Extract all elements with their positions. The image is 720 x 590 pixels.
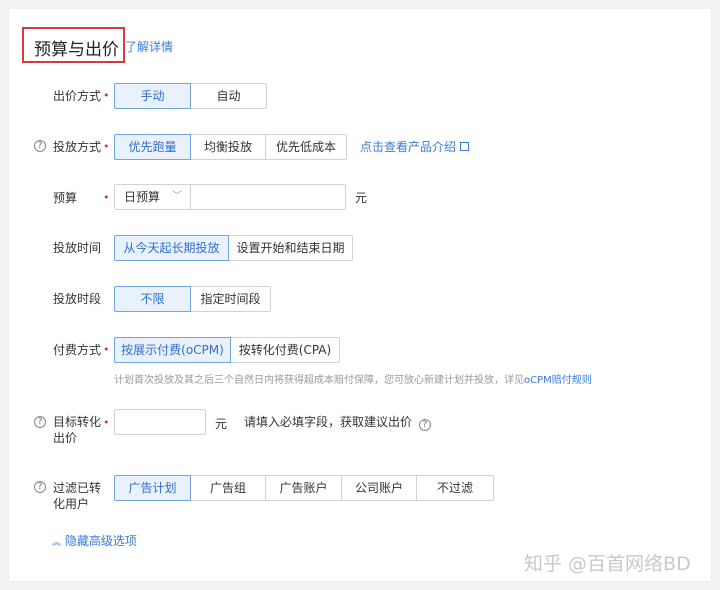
filter-label-line1: 过滤已转 [53, 481, 102, 495]
target-bid-input[interactable] [114, 409, 206, 435]
payment-toggle: 按展示付费(oCPM) 按转化付费(CPA) [114, 337, 340, 363]
filter-toggle: 广告计划 广告组 广告账户 公司账户 不过滤 [114, 475, 494, 501]
schedule-daterange-option[interactable]: 设置开始和结束日期 [228, 235, 353, 261]
required-marker: • [103, 140, 110, 153]
question-icon[interactable]: ? [34, 481, 46, 493]
external-link-icon [460, 142, 470, 151]
question-icon[interactable]: ? [418, 419, 431, 431]
delivery-balanced-option[interactable]: 均衡投放 [190, 134, 266, 160]
filter-label-line2: 化用户 [53, 497, 90, 511]
delivery-lowcost-option[interactable]: 优先低成本 [265, 134, 347, 160]
schedule-time-label: 投放时间 [53, 241, 102, 255]
ocpm-rules-link[interactable]: oCPM赔付规则 [524, 375, 592, 386]
schedule-slot-toggle: 不限 指定时间段 [114, 286, 271, 312]
target-bid-hint: 请填入必填字段，获取建议出价 ? [244, 414, 431, 431]
payment-ocpm-option[interactable]: 按展示付费(oCPM) [114, 337, 231, 363]
filter-adaccount-option[interactable]: 广告账户 [265, 475, 342, 501]
filter-adgroup-option[interactable]: 广告组 [190, 475, 266, 501]
slot-custom-option[interactable]: 指定时间段 [190, 286, 271, 312]
required-marker: • [103, 416, 110, 429]
slot-unlimited-option[interactable]: 不限 [114, 286, 191, 312]
section-title: 预算与出价 [34, 40, 119, 60]
schedule-longterm-option[interactable]: 从今天起长期投放 [114, 235, 229, 261]
delivery-method-label: 投放方式 [53, 140, 102, 154]
payment-hint-text: 计划首次投放及其之后三个自然日内将获得超成本赔付保障，您可放心新建计划并投放，详… [114, 375, 524, 386]
question-icon[interactable]: ? [34, 140, 46, 152]
product-intro-link[interactable]: 点击查看产品介绍 [360, 138, 470, 155]
schedule-slot-label: 投放时段 [53, 292, 102, 306]
double-chevron-up-icon: ︽ [52, 538, 62, 548]
bid-manual-option[interactable]: 手动 [114, 83, 191, 109]
budget-amount-input[interactable] [190, 184, 346, 210]
budget-unit: 元 [355, 191, 368, 205]
hide-advanced-toggle[interactable]: ︽ 隐藏高级选项 [52, 532, 137, 549]
budget-type-select[interactable]: 日预算 ﹀ [114, 184, 191, 210]
filter-campaign-option[interactable]: 广告计划 [114, 475, 191, 501]
required-marker: • [103, 191, 110, 204]
chevron-down-icon: ﹀ [172, 191, 182, 202]
payment-hint: 计划首次投放及其之后三个自然日内将获得超成本赔付保障，您可放心新建计划并投放，详… [114, 371, 592, 386]
schedule-time-toggle: 从今天起长期投放 设置开始和结束日期 [114, 235, 353, 261]
payment-label: 付费方式 [53, 343, 102, 357]
budget-type-value: 日预算 [124, 190, 161, 204]
bid-method-label: 出价方式 [53, 89, 102, 103]
filter-company-option[interactable]: 公司账户 [341, 475, 417, 501]
learn-more-link[interactable]: 了解详情 [125, 38, 173, 55]
required-marker: • [103, 89, 110, 102]
bid-auto-option[interactable]: 自动 [190, 83, 267, 109]
target-bid-label-line1: 目标转化 [53, 415, 102, 429]
hide-advanced-label: 隐藏高级选项 [64, 534, 137, 548]
budget-label: 预算 [53, 191, 78, 205]
bid-method-toggle: 手动 自动 [114, 83, 267, 109]
product-intro-label: 点击查看产品介绍 [360, 140, 457, 154]
delivery-volume-option[interactable]: 优先跑量 [114, 134, 191, 160]
filter-none-option[interactable]: 不过滤 [416, 475, 494, 501]
payment-cpa-option[interactable]: 按转化付费(CPA) [230, 337, 340, 363]
question-icon[interactable]: ? [34, 416, 46, 428]
delivery-method-toggle: 优先跑量 均衡投放 优先低成本 [114, 134, 347, 160]
target-bid-unit: 元 [215, 417, 228, 431]
required-marker: • [103, 343, 110, 356]
target-bid-label-line2: 出价 [53, 431, 78, 445]
watermark: 知乎 @百首网络BD [524, 553, 691, 575]
target-bid-hint-text: 请填入必填字段，获取建议出价 [244, 415, 413, 429]
